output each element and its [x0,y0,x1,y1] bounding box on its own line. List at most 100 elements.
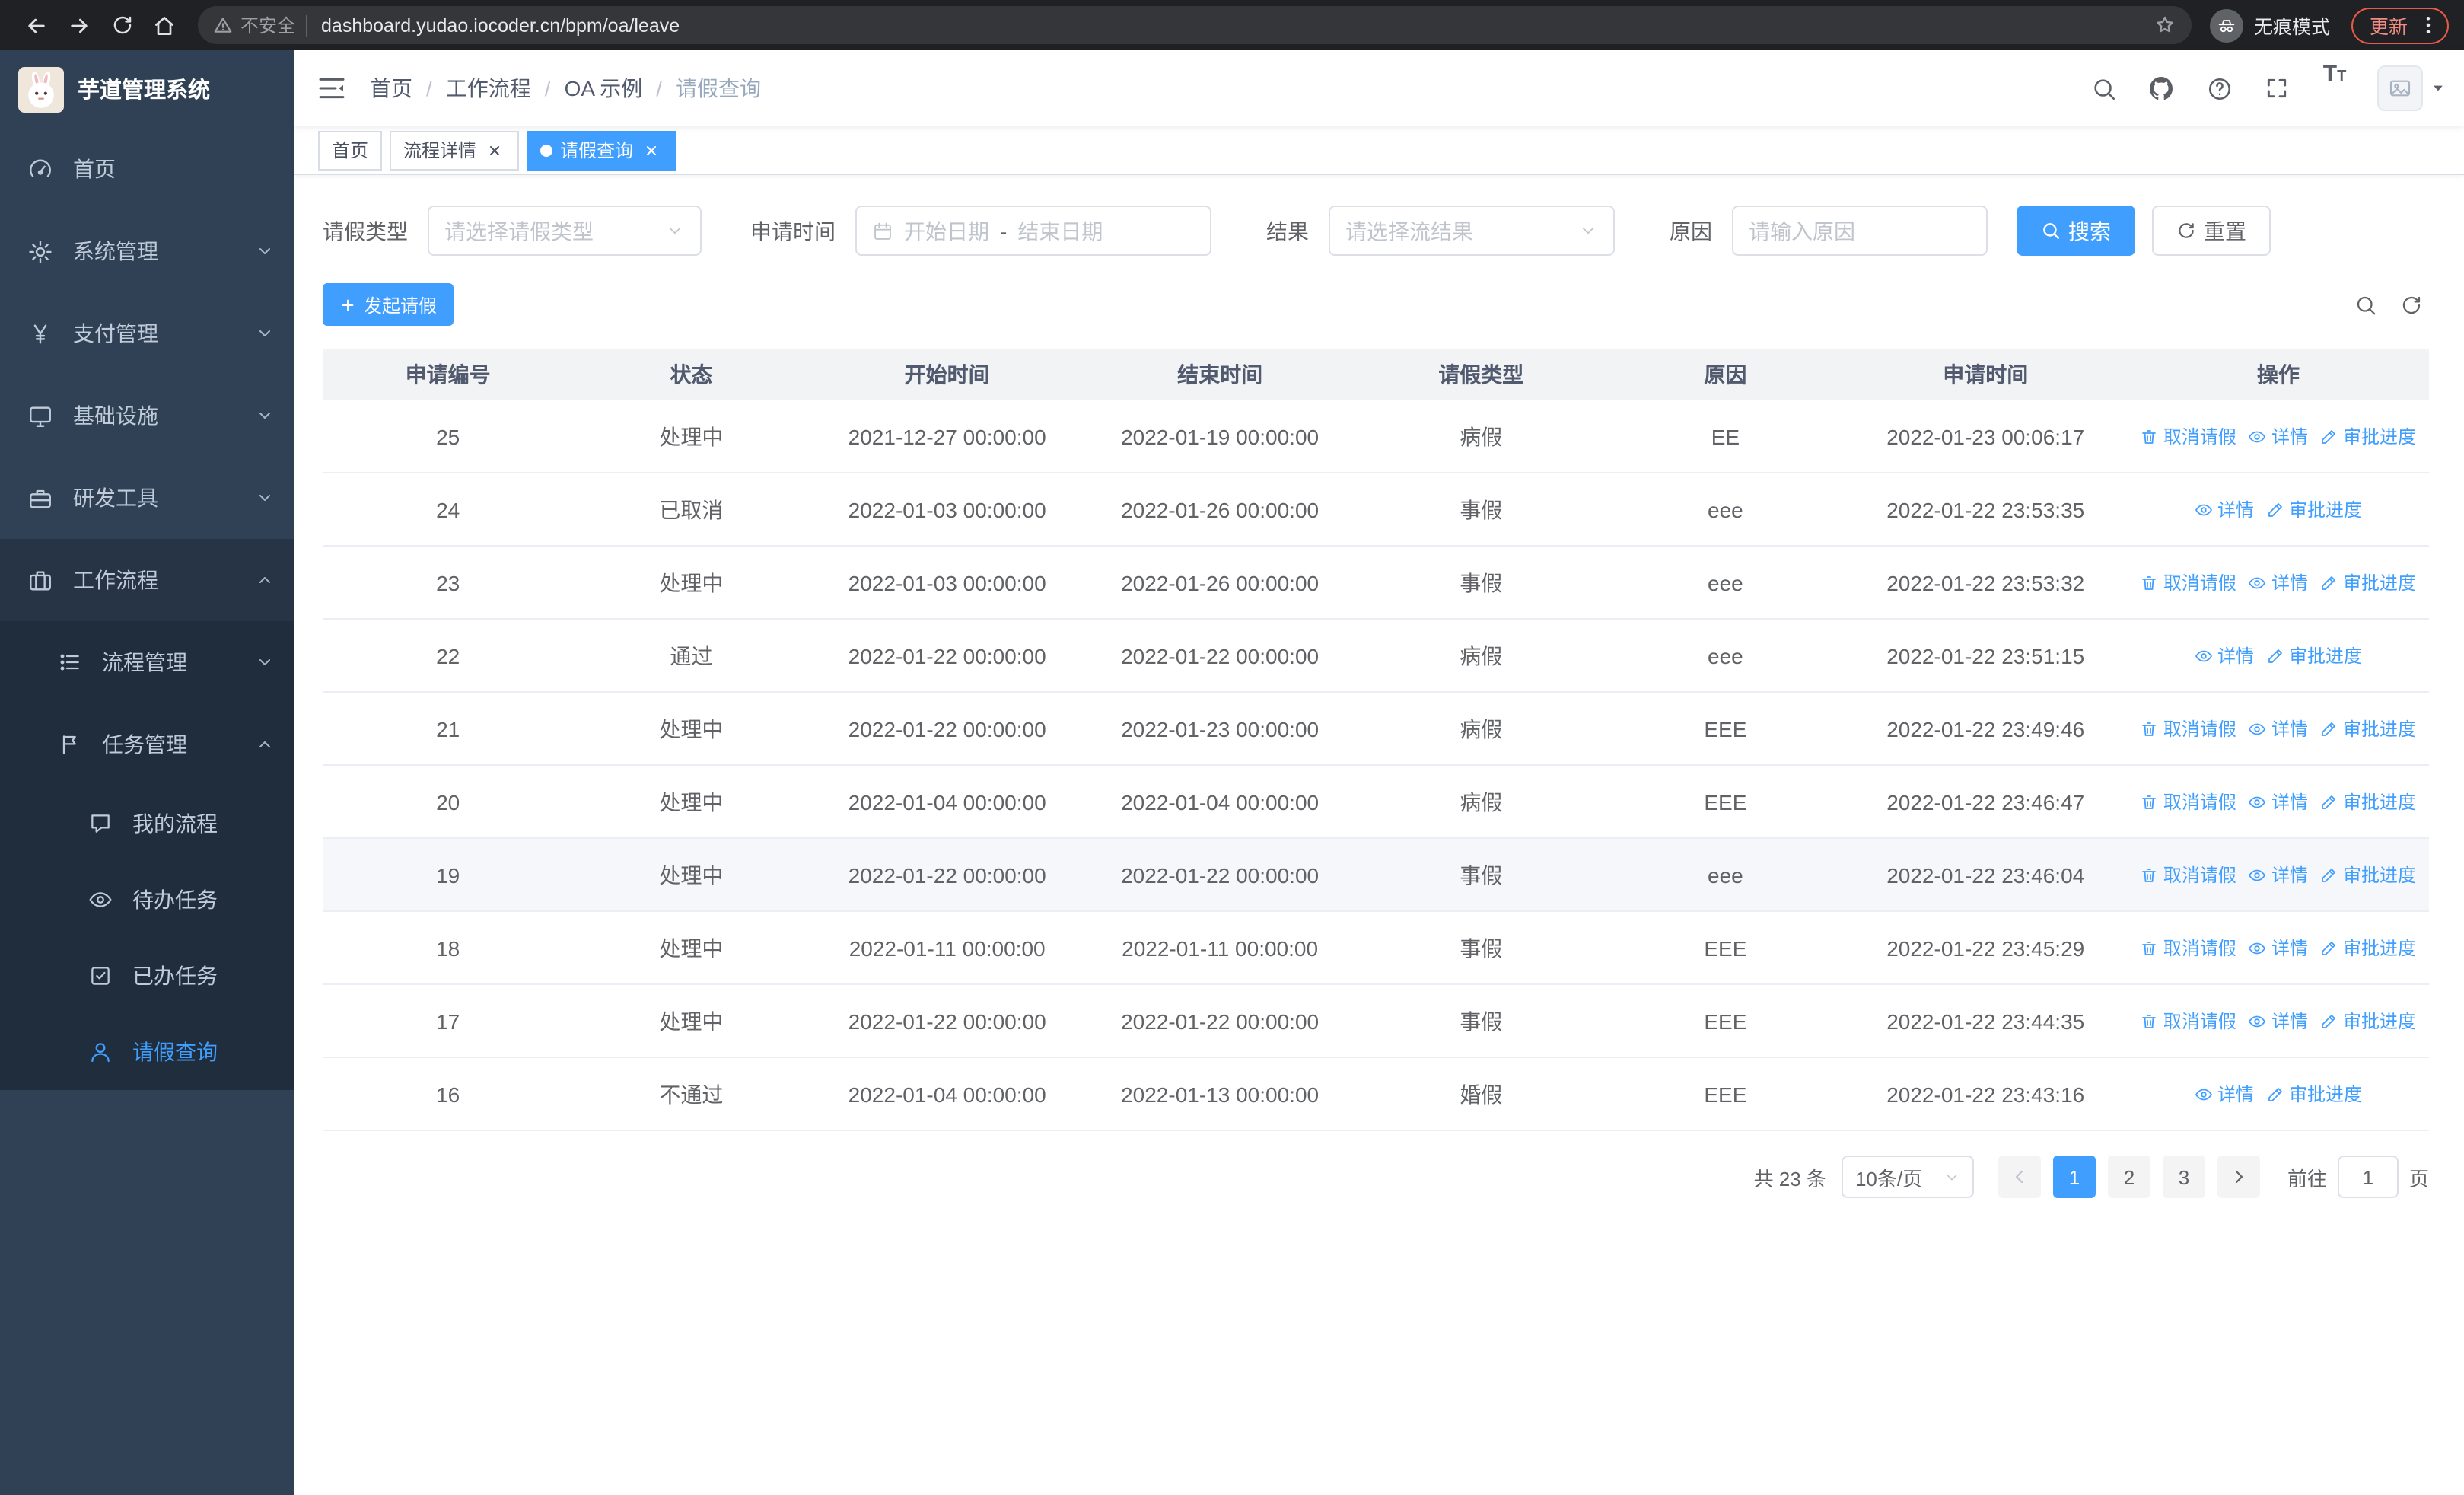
not-secure-warning-icon[interactable] [213,15,233,35]
browser-update-button[interactable]: 更新 [2351,7,2449,43]
fullscreen-icon[interactable] [2252,62,2301,114]
reason-input[interactable] [1732,206,1988,256]
cell-apply-id: 18 [436,936,460,960]
goto-page-input[interactable] [2337,1156,2399,1198]
table-row[interactable]: 16 不通过 2022-01-04 00:00:00 2022-01-13 00… [323,1058,2429,1131]
address-bar[interactable]: 不安全 dashboard.yudao.iocoder.cn/bpm/oa/le… [198,6,2192,44]
search-icon[interactable] [2079,62,2128,114]
sidebar-item-label: 首页 [73,157,116,181]
table-row[interactable]: 25 处理中 2021-12-27 00:00:00 2022-01-19 00… [323,400,2429,473]
browser-menu-icon[interactable] [2417,14,2440,37]
detail-link[interactable]: 详情 [2195,642,2254,668]
table-row[interactable]: 19 处理中 2022-01-22 00:00:00 2022-01-22 00… [323,839,2429,912]
table-row[interactable]: 22 通过 2022-01-22 00:00:00 2022-01-22 00:… [323,620,2429,693]
detail-link[interactable]: 详情 [2249,862,2308,888]
cancel-leave-link[interactable]: 取消请假 [2141,1008,2236,1034]
sidebar-toggle-button[interactable] [294,50,370,126]
sidebar-item-leave-query[interactable]: 请假查询 [0,1014,294,1090]
sidebar-item-workflow[interactable]: 工作流程 [0,539,294,621]
page-number-button[interactable]: 1 [2052,1156,2096,1198]
browser-home-button[interactable] [143,5,186,45]
bookmark-star-icon[interactable] [2154,14,2176,37]
help-icon[interactable] [2195,62,2243,114]
cancel-leave-link[interactable]: 取消请假 [2141,789,2236,814]
approval-progress-link[interactable]: 审批进度 [2320,1008,2416,1034]
table-row[interactable]: 17 处理中 2022-01-22 00:00:00 2022-01-22 00… [323,985,2429,1058]
prev-page-button[interactable] [1998,1156,2041,1198]
next-page-button[interactable] [2217,1156,2260,1198]
approval-progress-link[interactable]: 审批进度 [2320,935,2416,961]
cancel-leave-link[interactable]: 取消请假 [2141,716,2236,741]
approval-progress-link[interactable]: 审批进度 [2320,423,2416,449]
detail-link[interactable]: 详情 [2249,716,2308,741]
breadcrumb-oa-example[interactable]: OA 示例 [565,73,643,104]
tab-home[interactable]: 首页 [318,130,383,170]
approval-progress-link[interactable]: 审批进度 [2320,569,2416,595]
cell-apply-id: 24 [436,497,460,521]
tab-process-detail[interactable]: 流程详情 [390,130,520,170]
tab-close-icon[interactable] [484,139,505,161]
detail-link[interactable]: 详情 [2249,935,2308,961]
sidebar-item-task-management[interactable]: 任务管理 [0,703,294,786]
detail-link[interactable]: 详情 [2249,569,2308,595]
sidebar-item-label: 待办任务 [132,888,218,912]
sidebar-item-home[interactable]: 首页 [0,128,294,210]
page-size-select[interactable]: 10条/页 [1841,1156,1974,1198]
sidebar-item-dev-tools[interactable]: 研发工具 [0,457,294,539]
table-row[interactable]: 18 处理中 2022-01-11 00:00:00 2022-01-11 00… [323,912,2429,985]
table-row[interactable]: 24 已取消 2022-01-03 00:00:00 2022-01-26 00… [323,473,2429,547]
detail-link[interactable]: 详情 [2249,789,2308,814]
browser-forward-button[interactable] [58,5,100,45]
table-row[interactable]: 21 处理中 2022-01-22 00:00:00 2022-01-23 00… [323,693,2429,766]
refresh-icon[interactable] [2400,293,2423,316]
toggle-search-icon[interactable] [2354,293,2377,316]
sidebar-item-system[interactable]: 系统管理 [0,210,294,292]
result-select[interactable]: 请选择流结果 [1329,206,1615,256]
browser-reload-button[interactable] [100,5,143,45]
detail-link[interactable]: 详情 [2195,496,2254,522]
approval-progress-link[interactable]: 审批进度 [2320,862,2416,888]
breadcrumb-workflow[interactable]: 工作流程 [446,73,531,104]
sidebar-item-my-processes[interactable]: 我的流程 [0,786,294,862]
reset-button[interactable]: 重置 [2152,206,2271,256]
search-button[interactable]: 搜索 [2017,206,2135,256]
sidebar-item-process-management[interactable]: 流程管理 [0,621,294,703]
cell-status: 不通过 [659,1082,724,1106]
github-icon[interactable] [2137,62,2185,114]
detail-link[interactable]: 详情 [2249,1008,2308,1034]
cancel-leave-link[interactable]: 取消请假 [2141,862,2236,888]
approval-progress-link[interactable]: 审批进度 [2320,716,2416,741]
sidebar-item-infrastructure[interactable]: 基础设施 [0,375,294,457]
page-number-button[interactable]: 3 [2162,1156,2205,1198]
approval-progress-link[interactable]: 审批进度 [2266,642,2362,668]
sidebar-item-done-tasks[interactable]: 已办任务 [0,938,294,1014]
cancel-leave-link[interactable]: 取消请假 [2141,569,2236,595]
browser-back-button[interactable] [15,5,58,45]
cell-apply-id: 19 [436,862,460,887]
user-menu[interactable] [2377,65,2446,111]
app-logo[interactable]: 芋道管理系统 [0,50,294,128]
detail-link[interactable]: 详情 [2249,423,2308,449]
avatar[interactable] [2377,65,2423,111]
approval-progress-link[interactable]: 审批进度 [2266,1081,2362,1107]
incognito-label: 无痕模式 [2253,17,2330,38]
sidebar-item-payment[interactable]: 支付管理 [0,292,294,375]
approval-progress-link[interactable]: 审批进度 [2320,789,2416,814]
cancel-leave-link[interactable]: 取消请假 [2141,423,2236,449]
breadcrumb-home[interactable]: 首页 [370,73,412,104]
cancel-leave-link[interactable]: 取消请假 [2141,935,2236,961]
approval-progress-link[interactable]: 审批进度 [2266,496,2362,522]
sidebar-item-todo-tasks[interactable]: 待办任务 [0,862,294,938]
table-row[interactable]: 23 处理中 2022-01-03 00:00:00 2022-01-26 00… [323,547,2429,620]
detail-link[interactable]: 详情 [2195,1081,2254,1107]
font-size-icon[interactable]: TT [2310,62,2359,114]
tab-close-icon[interactable] [641,139,662,161]
monitor-icon [27,403,53,429]
page-number-button[interactable]: 2 [2107,1156,2150,1198]
table-row[interactable]: 20 处理中 2022-01-04 00:00:00 2022-01-04 00… [323,766,2429,839]
sidebar-item-label: 流程管理 [102,650,187,674]
apply-time-range-picker[interactable]: 开始日期 - 结束日期 [855,206,1211,256]
leave-type-select[interactable]: 请选择请假类型 [428,206,702,256]
create-leave-button[interactable]: 发起请假 [323,283,454,326]
tab-leave-query[interactable]: 请假查询 [527,130,676,170]
